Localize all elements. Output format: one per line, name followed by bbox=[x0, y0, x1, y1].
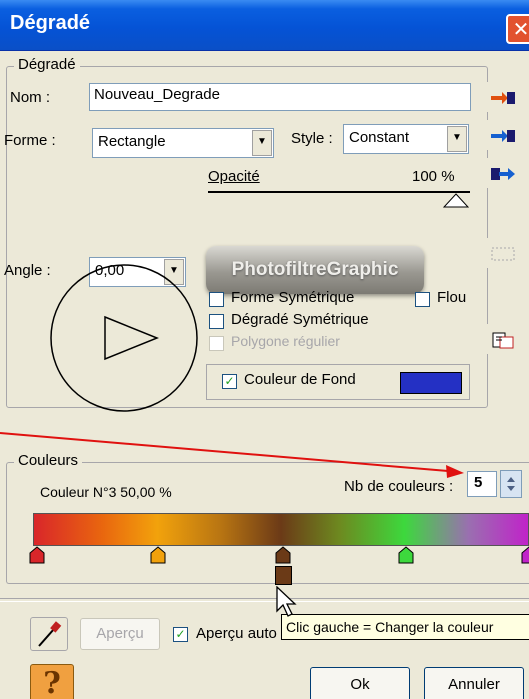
chevron-down-icon[interactable]: ▼ bbox=[252, 130, 272, 156]
opacity-slider-thumb[interactable] bbox=[443, 193, 469, 209]
save-arrow-icon bbox=[491, 130, 515, 142]
angle-dial[interactable] bbox=[48, 262, 198, 412]
eyedropper-icon bbox=[38, 621, 62, 647]
name-label: Nom : bbox=[10, 89, 51, 106]
separator bbox=[0, 598, 529, 602]
color-count-spinner[interactable] bbox=[500, 470, 522, 498]
shape-label: Forme : bbox=[4, 132, 56, 149]
background-color-checkbox[interactable]: ✓ bbox=[222, 374, 237, 389]
colors-group-legend: Couleurs bbox=[14, 452, 83, 469]
current-color-info: Couleur N°3 50,00 % bbox=[40, 484, 172, 500]
clipboard-icon bbox=[492, 332, 514, 349]
help-icon: ? bbox=[43, 666, 61, 699]
gradient-stop-1[interactable] bbox=[29, 546, 45, 564]
symmetric-shape-checkbox[interactable] bbox=[209, 292, 224, 307]
cancel-button-label: Annuler bbox=[448, 676, 500, 693]
gradient-stop-5[interactable] bbox=[521, 546, 529, 564]
color-count-input[interactable]: 5 bbox=[467, 471, 497, 497]
ok-button[interactable]: Ok bbox=[310, 667, 410, 699]
name-input[interactable]: Nouveau_Degrade bbox=[89, 83, 471, 111]
tooltip: Clic gauche = Changer la couleur bbox=[281, 614, 529, 640]
symmetric-shape-label: Forme Symétrique bbox=[231, 289, 355, 306]
regular-polygon-label: Polygone régulier bbox=[231, 333, 340, 349]
auto-preview-label: Aperçu auto bbox=[196, 625, 277, 642]
close-button[interactable]: ✕ bbox=[506, 14, 529, 44]
spinner-arrows-icon bbox=[507, 477, 515, 491]
shape-select-value: Rectangle bbox=[98, 133, 166, 150]
import-arrow-icon bbox=[491, 92, 515, 104]
gradient-group-legend: Dégradé bbox=[14, 56, 80, 73]
opacity-slider-track[interactable] bbox=[208, 191, 470, 193]
help-button[interactable]: ? bbox=[30, 664, 74, 699]
dashed-rect-icon bbox=[491, 247, 515, 261]
preview-button-label: Aperçu bbox=[96, 625, 144, 642]
gradient-stop-3[interactable] bbox=[275, 546, 291, 564]
gradient-preview-bar[interactable] bbox=[33, 513, 529, 546]
export-gradient-button[interactable] bbox=[487, 158, 519, 188]
opacity-value: 100 % bbox=[412, 168, 455, 185]
mouse-pointer-icon bbox=[276, 586, 297, 617]
selected-stop-swatch bbox=[275, 566, 292, 585]
style-label: Style : bbox=[291, 130, 333, 147]
background-color-label: Couleur de Fond bbox=[244, 371, 356, 388]
photofiltre-logo: PhotofiltreGraphic bbox=[206, 246, 424, 294]
export-arrow-icon bbox=[491, 168, 515, 180]
gradient-stop-4[interactable] bbox=[398, 546, 414, 564]
name-input-value: Nouveau_Degrade bbox=[94, 86, 220, 103]
color-count-label: Nb de couleurs : bbox=[344, 478, 454, 495]
angle-direction-icon bbox=[104, 315, 160, 361]
cancel-button[interactable]: Annuler bbox=[424, 667, 524, 699]
gradient-dialog: Dégradé ✕ Dégradé Nom : Nouveau_Degrade … bbox=[0, 0, 529, 699]
logo-text: PhotofiltreGraphic bbox=[231, 259, 399, 280]
title-bar[interactable]: Dégradé ✕ bbox=[0, 0, 529, 51]
shape-select[interactable]: Rectangle ▼ bbox=[92, 128, 274, 158]
opacity-label: Opacité bbox=[208, 168, 260, 185]
symmetric-gradient-label: Dégradé Symétrique bbox=[231, 311, 369, 328]
style-select-value: Constant bbox=[349, 129, 410, 146]
regular-polygon-checkbox[interactable] bbox=[209, 336, 224, 351]
color-count-value: 5 bbox=[474, 474, 483, 491]
chevron-down-icon[interactable]: ▼ bbox=[447, 126, 467, 152]
selection-button[interactable] bbox=[487, 238, 519, 268]
angle-label: Angle : bbox=[4, 262, 51, 279]
copy-gradient-button[interactable] bbox=[487, 324, 519, 354]
style-select[interactable]: Constant ▼ bbox=[343, 124, 469, 154]
gradient-stop-2[interactable] bbox=[150, 546, 166, 564]
symmetric-gradient-checkbox[interactable] bbox=[209, 314, 224, 329]
ok-button-label: Ok bbox=[350, 676, 370, 693]
blur-checkbox[interactable] bbox=[415, 292, 430, 307]
save-gradient-button[interactable] bbox=[487, 120, 519, 150]
background-color-swatch[interactable] bbox=[400, 372, 462, 394]
eyedropper-button[interactable] bbox=[30, 617, 68, 651]
blur-label: Flou bbox=[437, 289, 467, 306]
load-gradient-button[interactable] bbox=[487, 82, 519, 112]
window-title: Dégradé bbox=[10, 12, 91, 34]
preview-button[interactable]: Aperçu bbox=[80, 618, 160, 650]
auto-preview-checkbox[interactable]: ✓ bbox=[173, 627, 188, 642]
tooltip-text: Clic gauche = Changer la couleur bbox=[286, 619, 494, 635]
close-icon: ✕ bbox=[512, 17, 529, 41]
